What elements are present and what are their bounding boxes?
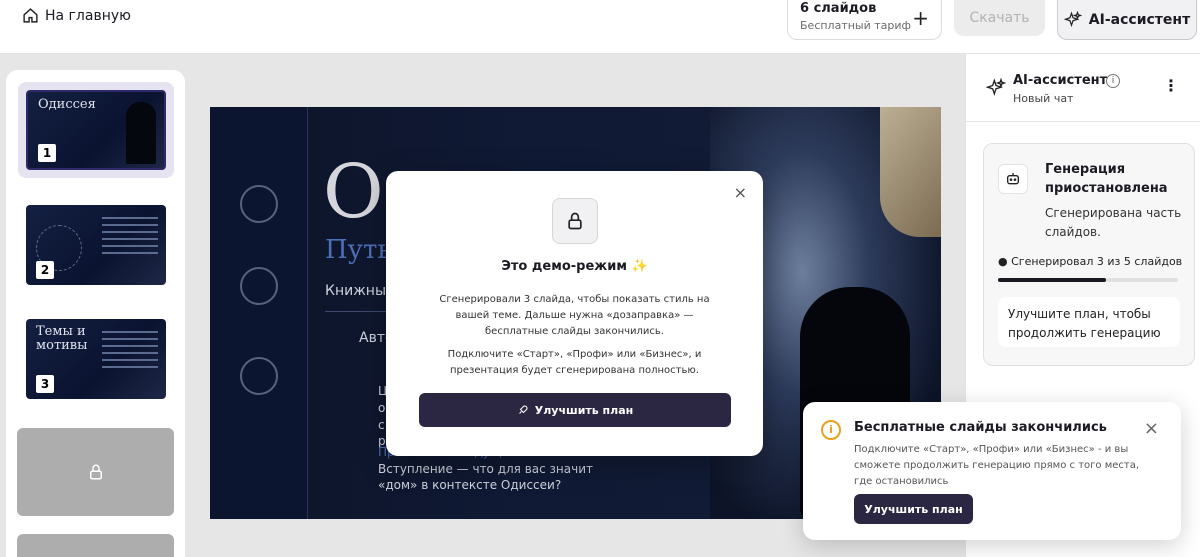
slide-preview: 2: [26, 205, 166, 285]
toast-title: Бесплатные слайды закончились: [854, 420, 1107, 435]
rocket-icon: [518, 405, 528, 414]
ai-assistant-button[interactable]: AI-ассистент: [1057, 0, 1197, 40]
slides-panel: Одиссея 1 2 Темы и мотивы 3: [6, 70, 185, 557]
home-label: На главную: [45, 7, 131, 24]
home-icon: [23, 8, 38, 23]
slide-number: 3: [36, 375, 54, 393]
scroll-image: [880, 107, 941, 237]
modal-description: Сгенерировали 3 слайда, чтобы показать с…: [439, 294, 710, 337]
plus-icon[interactable]: +: [912, 6, 929, 30]
upgrade-plan-button[interactable]: Улучшить план: [419, 393, 731, 427]
modal-title: Это демо-режим ✨: [501, 259, 648, 274]
progress-fill: [998, 278, 1106, 282]
warning-icon: i: [821, 420, 841, 440]
slide-number: 2: [36, 261, 54, 279]
wheel-icon: [240, 267, 278, 305]
progress-text: Сгенерировал 3 из 5 слайдов: [1011, 255, 1183, 268]
lock-icon: [89, 464, 102, 480]
top-bar: На главную 6 слайдов Бесплатный тариф + …: [0, 0, 1200, 54]
thumb-title: Темы и мотивы: [36, 324, 88, 353]
hero-figure: [126, 102, 156, 164]
tariff-label: Бесплатный тариф: [800, 19, 911, 32]
generation-status-card: Генерация приостановлена Сгенерирована ч…: [983, 143, 1195, 366]
upgrade-plan-label: Улучшить план: [534, 403, 634, 417]
download-button[interactable]: Скачать: [954, 0, 1045, 36]
assistant-header: AI-ассистент i Новый чат ⋮: [966, 54, 1200, 122]
laurel-icon: [240, 357, 278, 395]
upgrade-hint[interactable]: Улучшите план, чтобы продолжить генераци…: [998, 297, 1180, 347]
toast-upgrade-button[interactable]: Улучшить план: [854, 494, 973, 524]
progress-bar: [998, 278, 1178, 282]
info-icon[interactable]: i: [1106, 74, 1120, 88]
generation-title: Генерация приостановлена: [1045, 162, 1168, 196]
progress-label: ● Сгенерировал 3 из 5 слайдов: [998, 255, 1183, 268]
text-lines: [102, 331, 158, 373]
slide-thumbnail-3[interactable]: Темы и мотивы 3: [18, 311, 174, 407]
modal-plans-text: Подключите «Старт», «Профи» или «Бизнес»…: [447, 349, 702, 376]
ai-assistant-label: AI-ассистент: [1088, 11, 1191, 28]
thumb-title: Одиссея: [38, 97, 96, 112]
ship-icon: [240, 185, 278, 223]
sparkle-icon: [1063, 10, 1082, 27]
text-lines: [102, 217, 158, 259]
lock-icon: [552, 198, 598, 244]
sparkle-icon: [986, 78, 1006, 96]
robot-icon: [998, 164, 1028, 194]
slide-title: О: [323, 149, 384, 235]
slide-kicker: Книжный: [325, 283, 396, 299]
slide-decor-sidebar: [210, 107, 308, 519]
free-slides-toast: i Бесплатные слайды закончились × Подклю…: [803, 402, 1181, 540]
locked-slide-thumbnail[interactable]: [17, 428, 174, 516]
locked-slide-thumbnail[interactable]: [17, 534, 174, 557]
note-text: Вступление — что для вас значит «дом» в …: [378, 462, 594, 493]
toast-text: Подключите «Старт», «Профи» или «Бизнес»…: [854, 444, 1140, 487]
slide-preview: Темы и мотивы 3: [26, 319, 166, 399]
plan-info-button[interactable]: 6 слайдов Бесплатный тариф +: [787, 0, 942, 40]
slides-count: 6 слайдов: [800, 1, 877, 16]
close-icon[interactable]: ×: [1144, 418, 1159, 439]
chat-name: Новый чат: [1013, 92, 1074, 105]
close-icon[interactable]: ×: [734, 183, 747, 202]
slide-thumbnail-1[interactable]: Одиссея 1: [18, 82, 174, 178]
assistant-title: AI-ассистент: [1013, 73, 1108, 88]
more-menu-icon[interactable]: ⋮: [1163, 76, 1179, 95]
demo-mode-modal: × Это демо-режим ✨ Сгенерировали 3 слайд…: [386, 171, 763, 456]
slide-preview: Одиссея 1: [26, 90, 166, 170]
slide-thumbnail-2[interactable]: 2: [18, 197, 174, 293]
generation-description: Сгенерирована часть слайдов.: [1045, 206, 1182, 239]
home-link[interactable]: На главную: [22, 7, 131, 24]
slide-number: 1: [38, 144, 56, 162]
slide-subtitle: Путь: [325, 235, 392, 265]
